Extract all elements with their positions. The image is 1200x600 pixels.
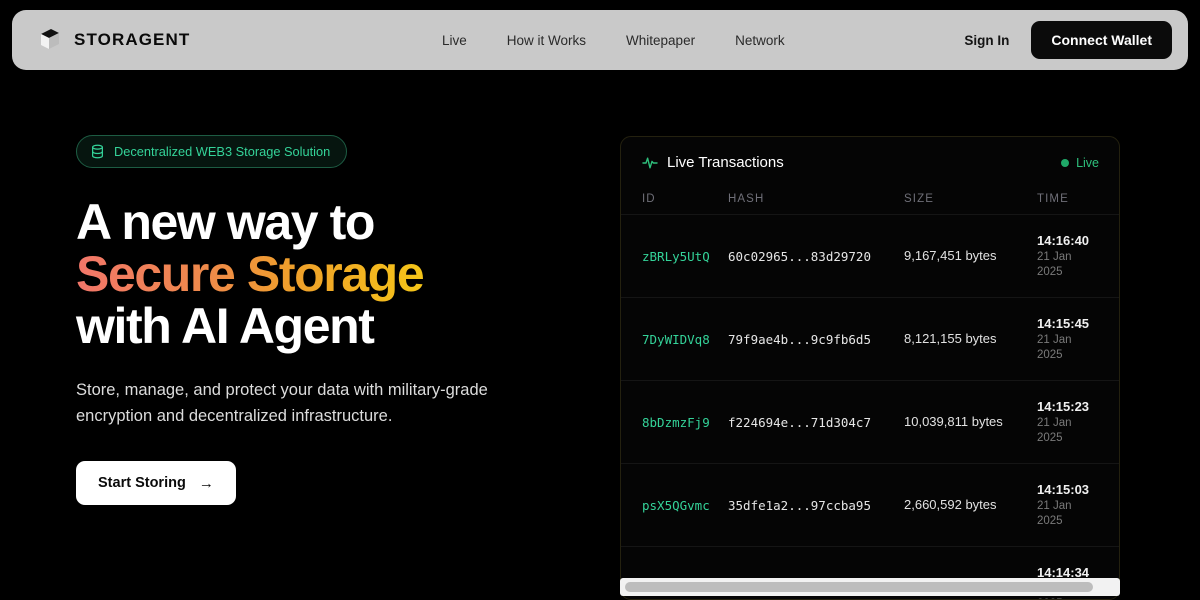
table-header-row: ID HASH SIZE TIME <box>621 185 1119 215</box>
panel-title-group: Live Transactions <box>642 154 784 171</box>
cell-year-value: 2025 <box>1037 348 1063 361</box>
cell-size: 10,039,811 bytes <box>904 380 1037 464</box>
panel-header: Live Transactions Live <box>621 137 1119 171</box>
cell-hash: 79f9ae4b...9c9fb6d5 <box>728 297 904 381</box>
cell-id[interactable]: psX5QGvmc <box>621 463 728 547</box>
brand-name: STORAGENT <box>74 30 191 49</box>
cell-time-value: 14:15:23 <box>1037 399 1090 414</box>
headline-line-1: A new way to <box>76 194 375 250</box>
arrow-right-icon: → <box>198 474 214 492</box>
hero-section: Decentralized WEB3 Storage Solution A ne… <box>76 135 596 505</box>
cell-id[interactable]: 7DyWIDVq8 <box>621 297 728 381</box>
hero-subcopy: Store, manage, and protect your data wit… <box>76 381 488 425</box>
table-row[interactable]: 7DyWIDVq8 79f9ae4b...9c9fb6d5 8,121,155 … <box>621 297 1119 381</box>
cell-hash: f224694e...71d304c7 <box>728 380 904 464</box>
cell-time: 14:16:40 21 Jan 2025 <box>1037 214 1119 298</box>
cell-size: 2,660,592 bytes <box>904 463 1037 547</box>
database-icon <box>92 144 103 159</box>
column-header-size[interactable]: SIZE <box>904 185 1037 215</box>
cell-date-value: 21 Jan <box>1037 251 1072 263</box>
cell-time-value: 14:16:40 <box>1037 233 1090 248</box>
nav-item-whitepaper[interactable]: Whitepaper <box>626 33 695 48</box>
cell-hash: 35dfe1a2...97ccba95 <box>728 463 904 547</box>
connect-wallet-button[interactable]: Connect Wallet <box>1031 21 1172 59</box>
activity-pulse-icon <box>642 157 658 168</box>
nav-item-network[interactable]: Network <box>735 33 785 48</box>
table-row[interactable]: zBRLy5UtQ 60c02965...83d29720 9,167,451 … <box>621 214 1119 298</box>
cell-time: 14:15:23 21 Jan 2025 <box>1037 380 1119 464</box>
column-header-time[interactable]: TIME <box>1037 185 1119 215</box>
nav-item-how-it-works[interactable]: How it Works <box>507 33 586 48</box>
cell-time: 14:15:45 21 Jan 2025 <box>1037 297 1119 381</box>
start-storing-button[interactable]: Start Storing → <box>76 461 236 505</box>
table-body: zBRLy5UtQ 60c02965...83d29720 9,167,451 … <box>621 214 1119 599</box>
cell-time-value: 14:15:45 <box>1037 316 1090 331</box>
live-transactions-panel: Live Transactions Live ID HASH SIZE TIME… <box>620 136 1120 600</box>
cell-id[interactable]: 8bDzmzFj9 <box>621 380 728 464</box>
table-row[interactable]: 8bDzmzFj9 f224694e...71d304c7 10,039,811… <box>621 380 1119 464</box>
cell-year-value: 2025 <box>1037 431 1063 444</box>
panel-title: Live Transactions <box>667 154 784 171</box>
horizontal-scrollbar[interactable] <box>620 578 1120 596</box>
cell-year-value: 2025 <box>1037 514 1063 527</box>
column-header-hash[interactable]: HASH <box>728 185 904 215</box>
status-badge-label: Decentralized WEB3 Storage Solution <box>114 144 331 159</box>
cell-time: 14:15:03 21 Jan 2025 <box>1037 463 1119 547</box>
live-dot-icon <box>1061 158 1070 167</box>
main-nav: Live How it Works Whitepaper Network <box>442 33 785 48</box>
status-badge: Decentralized WEB3 Storage Solution <box>76 135 348 168</box>
cell-year-value: 2025 <box>1037 265 1063 278</box>
table-header: ID HASH SIZE TIME <box>621 185 1119 215</box>
live-status-label: Live <box>1076 155 1099 170</box>
headline-line-2: Secure Storage <box>76 246 425 302</box>
cell-date-value: 21 Jan <box>1037 334 1072 346</box>
scrollbar-thumb[interactable] <box>625 582 1093 592</box>
cell-size: 8,121,155 bytes <box>904 297 1037 381</box>
page-title: A new way to Secure Storage with AI Agen… <box>76 196 596 352</box>
cell-hash: 60c02965...83d29720 <box>728 214 904 298</box>
layered-block-icon <box>41 29 59 49</box>
start-storing-label: Start Storing <box>98 475 186 491</box>
nav-item-live[interactable]: Live <box>442 33 467 48</box>
cell-date-value: 21 Jan <box>1037 500 1072 512</box>
table-row[interactable]: psX5QGvmc 35dfe1a2...97ccba95 2,660,592 … <box>621 463 1119 547</box>
live-status-indicator: Live <box>1061 156 1099 170</box>
site-header: STORAGENT Live How it Works Whitepaper N… <box>12 10 1188 70</box>
transactions-table: ID HASH SIZE TIME zBRLy5UtQ 60c02965...8… <box>621 185 1119 599</box>
cell-size: 9,167,451 bytes <box>904 214 1037 298</box>
cell-time-value: 14:15:03 <box>1037 482 1090 497</box>
column-header-id[interactable]: ID <box>621 185 728 215</box>
header-actions: Sign In Connect Wallet <box>964 21 1172 59</box>
brand-logo[interactable]: STORAGENT <box>38 27 190 53</box>
cell-id[interactable]: zBRLy5UtQ <box>621 214 728 298</box>
cell-date-value: 21 Jan <box>1037 417 1072 429</box>
headline-line-3: with AI Agent <box>76 298 375 354</box>
sign-in-link[interactable]: Sign In <box>964 33 1009 48</box>
